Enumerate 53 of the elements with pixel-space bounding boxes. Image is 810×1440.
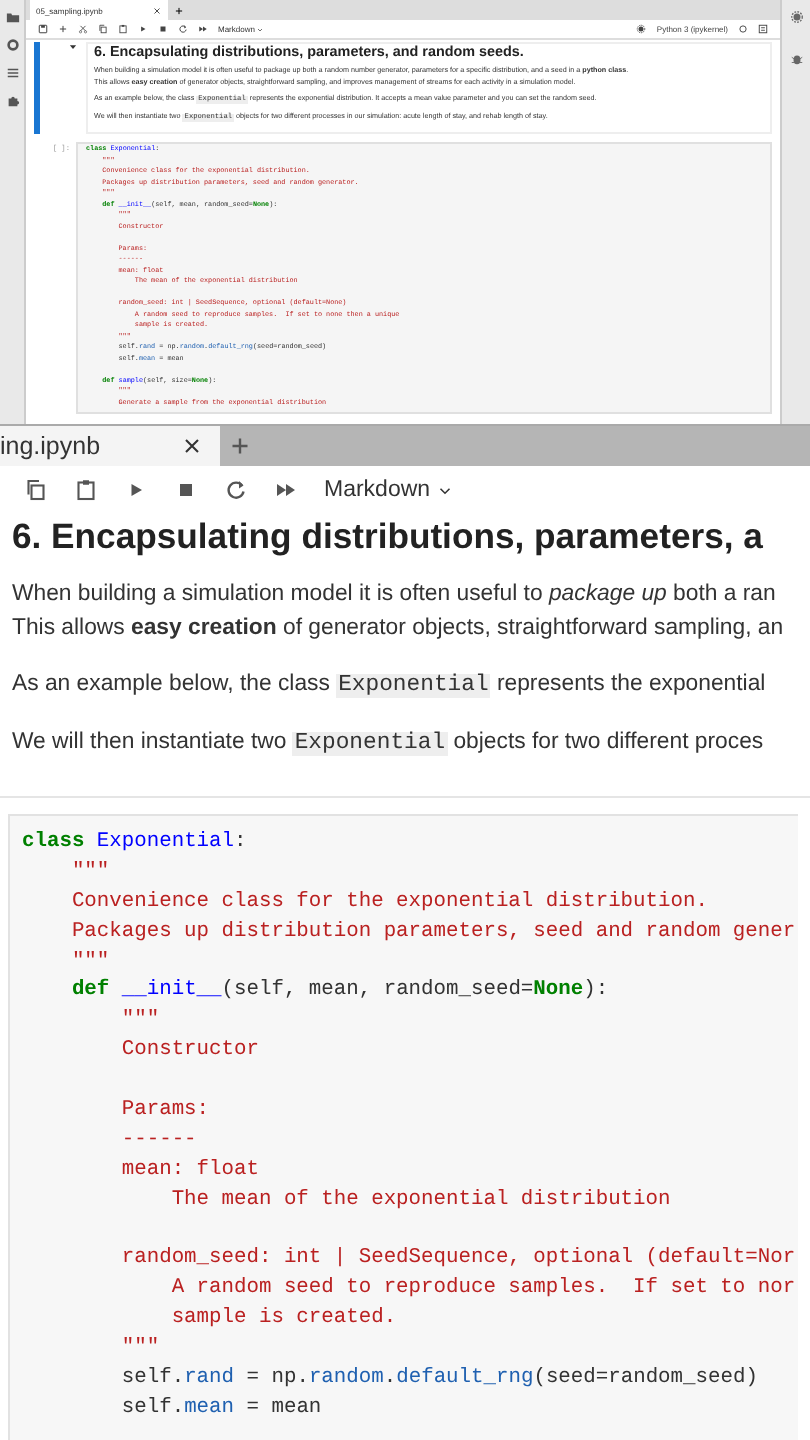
copy-icon[interactable] — [24, 478, 48, 502]
code-line: def __init__(self, mean, random_seed=None): — [69, 976, 609, 1007]
copy-icon[interactable] — [98, 24, 108, 34]
restart-icon[interactable] — [224, 478, 248, 502]
code-line: ------ — [119, 1125, 197, 1156]
cell-type-dropdown[interactable]: Markdown — [324, 478, 455, 502]
code-line: Convenience class for the exponential distribution. — [69, 887, 708, 918]
bug-icon[interactable] — [789, 52, 803, 66]
puzzle-icon[interactable] — [5, 94, 19, 108]
code-line: Params: — [119, 1096, 210, 1126]
folder-icon[interactable] — [5, 10, 19, 24]
gear-icon[interactable] — [789, 10, 803, 24]
add-icon[interactable] — [58, 24, 68, 34]
code-line: random_seed: int | SeedSequence, optional (default=Nor — [119, 1244, 796, 1275]
code-line: """ — [119, 1334, 160, 1365]
add-icon[interactable] — [228, 434, 252, 458]
code-line: """ — [69, 857, 110, 888]
menu-icon[interactable] — [758, 24, 768, 34]
paragraph-line: As an example below, the class Exponential represents the exponential — [12, 670, 768, 702]
paragraph-line: This allows easy creation of generator objects, straightforward sampling, an — [12, 614, 786, 644]
stop-icon[interactable] — [158, 24, 168, 34]
code-line: """ — [69, 947, 110, 977]
code-line: sample is created. — [169, 1304, 397, 1335]
run-icon[interactable] — [138, 24, 148, 34]
close-icon[interactable] — [180, 434, 204, 458]
add-icon[interactable] — [174, 5, 184, 15]
save-icon[interactable] — [38, 24, 48, 34]
paste-icon[interactable] — [118, 24, 128, 34]
cut-icon[interactable] — [78, 24, 88, 34]
paste-icon[interactable] — [74, 478, 98, 502]
section-heading: 6. Encapsulating distributions, parameters, a — [12, 514, 765, 558]
code-line: mean: float — [119, 1155, 259, 1186]
collapse-caret-icon[interactable] — [68, 42, 78, 52]
close-icon[interactable] — [152, 5, 162, 15]
code-line: """ — [119, 1006, 160, 1037]
fast-forward-icon[interactable] — [198, 24, 208, 34]
circle-icon[interactable] — [5, 38, 19, 52]
kernel-status-icon — [738, 24, 748, 34]
stop-icon[interactable] — [174, 478, 198, 502]
gear-icon — [636, 24, 647, 34]
code-line: A random seed to reproduce samples. If set to nor — [169, 1274, 796, 1305]
code-line: class Exponential: — [22, 828, 247, 858]
code-line: The mean of the exponential distribution — [169, 1185, 671, 1216]
code-line: self.rand = np.random.default_rng(seed=random_seed) — [119, 1364, 758, 1394]
list-icon[interactable] — [5, 66, 19, 80]
notebook-tab[interactable]: ing.ipynb — [0, 426, 220, 466]
code-line: self.mean = mean — [119, 1393, 322, 1424]
restart-icon[interactable] — [178, 24, 188, 34]
code-line: Packages up distribution parameters, seed and random gener — [69, 917, 796, 948]
code-line: Constructor — [119, 1036, 259, 1067]
paragraph-line: When building a simulation model it is often useful to package up both a ran — [12, 580, 778, 610]
fast-forward-icon[interactable] — [274, 478, 298, 502]
paragraph-line: We will then instantiate two Exponential objects for two different proces — [12, 728, 766, 760]
